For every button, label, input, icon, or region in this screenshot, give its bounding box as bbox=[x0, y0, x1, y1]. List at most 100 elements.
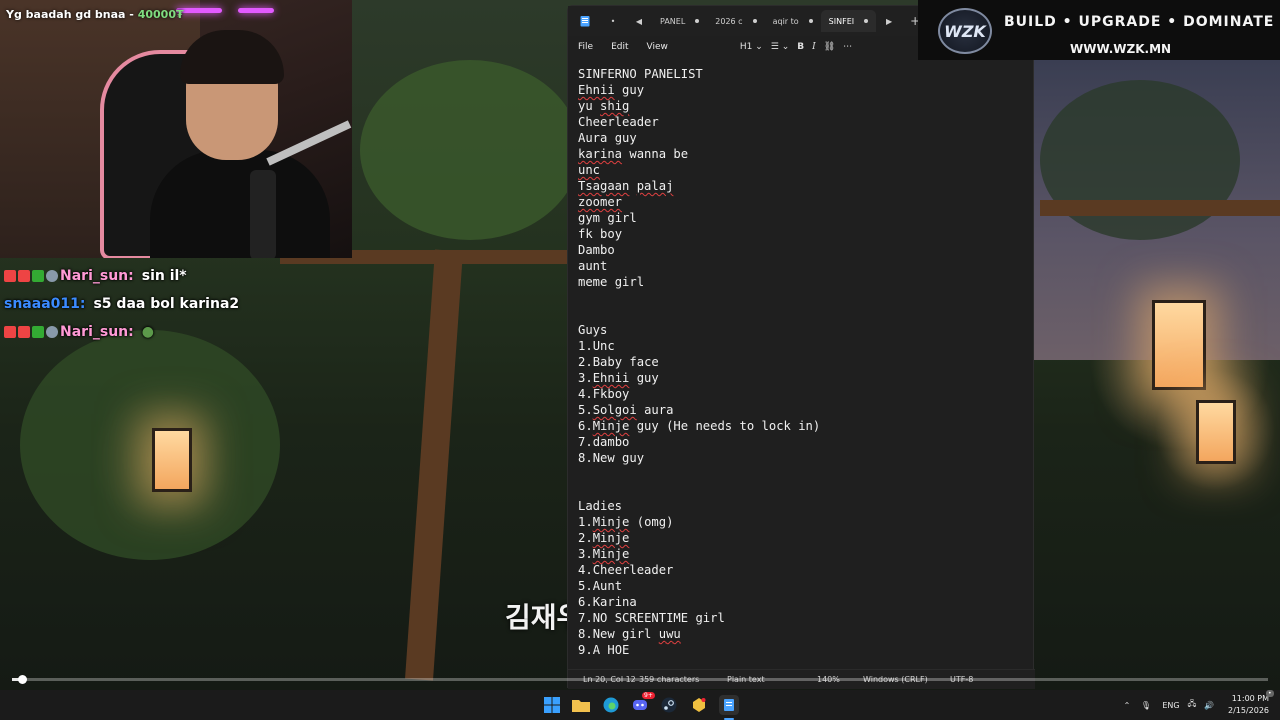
text-line: Cheerleader bbox=[578, 115, 659, 129]
notepad-icon[interactable] bbox=[719, 695, 739, 715]
scroll-tabs-right-icon[interactable]: ▶ bbox=[876, 17, 902, 26]
microphone bbox=[250, 170, 276, 258]
donation-amount: 40000₮ bbox=[137, 8, 184, 21]
scroll-tabs-left-icon[interactable]: ◀ bbox=[626, 17, 652, 26]
heading-dropdown[interactable]: H1 ⌄ bbox=[740, 42, 763, 52]
link-icon[interactable]: ⛓ bbox=[824, 42, 835, 52]
show-hidden-icons-icon[interactable]: ⌃ bbox=[1120, 701, 1134, 710]
clock-date: 2/15/2026 bbox=[1228, 706, 1270, 715]
text-line: Ladies bbox=[578, 499, 623, 513]
text-line: 3.Minje bbox=[578, 547, 630, 561]
heading-label: H1 bbox=[739, 42, 753, 52]
tab-sinferno[interactable]: SINFEI bbox=[820, 10, 877, 32]
led-light bbox=[238, 8, 274, 13]
network-icon[interactable]: 🖧 bbox=[1184, 698, 1200, 712]
windows-start-icon[interactable] bbox=[543, 696, 561, 714]
menu-toggle-icon[interactable]: • bbox=[600, 17, 626, 26]
heart-badge-icon bbox=[18, 326, 30, 338]
text-line: aunt bbox=[578, 259, 608, 273]
text-line: Guys bbox=[578, 323, 608, 337]
star-badge-icon bbox=[46, 270, 58, 282]
game-icon[interactable] bbox=[690, 696, 708, 714]
text-line bbox=[578, 466, 1028, 482]
wooden-beam bbox=[1040, 200, 1280, 216]
text-line: 1.Unc bbox=[578, 339, 615, 353]
text-line: 7.dambo bbox=[578, 435, 630, 449]
badge-icon bbox=[4, 270, 16, 282]
sponsor-slogan: BUILD • UPGRADE • DOMINATE bbox=[1004, 14, 1275, 30]
sub-badge-icon bbox=[32, 326, 44, 338]
menu-file[interactable]: File bbox=[578, 42, 593, 52]
language-indicator[interactable]: ENG bbox=[1158, 701, 1184, 710]
text-line: 7.NO SCREENTIME girl bbox=[578, 611, 725, 625]
bold-icon[interactable]: B bbox=[797, 42, 804, 52]
webcam-feed: Yg baadah gd bnaa - 40000₮ bbox=[0, 0, 352, 258]
edge-browser-icon[interactable] bbox=[602, 696, 620, 714]
star-badge-icon bbox=[46, 326, 58, 338]
emote-icon: ● bbox=[141, 324, 154, 340]
mic-arm bbox=[266, 120, 352, 166]
unsaved-dot-icon bbox=[752, 19, 757, 23]
menu-edit[interactable]: Edit bbox=[611, 42, 628, 52]
tab-panel[interactable]: PANEL bbox=[652, 10, 707, 32]
badge-icon bbox=[4, 326, 16, 338]
list-icon[interactable]: ☰ ⌄ bbox=[771, 42, 789, 52]
volume-icon[interactable]: 🔊 bbox=[1200, 701, 1218, 710]
notification-icon[interactable]: • bbox=[1266, 690, 1274, 697]
streamer-body bbox=[150, 150, 330, 258]
text-line: 5.Aunt bbox=[578, 579, 623, 593]
notepad-app-icon bbox=[578, 14, 592, 28]
chat-overlay: Nari_sun: sin il* snaaa011: s5 daa bol k… bbox=[4, 262, 354, 346]
unsaved-dot-icon bbox=[864, 19, 869, 23]
sub-badge-icon bbox=[32, 270, 44, 282]
chat-username: Nari_sun: bbox=[60, 268, 134, 284]
chat-username: Nari_sun: bbox=[60, 324, 134, 340]
text-line bbox=[578, 306, 1028, 322]
text-line bbox=[578, 290, 1028, 306]
text-line bbox=[578, 482, 1028, 498]
heart-badge-icon bbox=[18, 270, 30, 282]
sponsor-url: WWW.WZK.MN bbox=[1070, 42, 1172, 56]
progress-knob[interactable] bbox=[18, 675, 28, 684]
chat-message: Nari_sun: ● bbox=[4, 318, 354, 346]
text-line: 2.Baby face bbox=[578, 355, 659, 369]
tab-label: PANEL bbox=[660, 16, 686, 26]
wzk-logo: WZK bbox=[938, 8, 992, 54]
text-line: 1.Minje (omg) bbox=[578, 515, 674, 529]
menu-view[interactable]: View bbox=[647, 42, 668, 52]
text-line: 2.Minje bbox=[578, 531, 630, 545]
tab-label: 2026 c bbox=[715, 16, 743, 26]
file-explorer-icon[interactable] bbox=[572, 696, 590, 714]
text-line: Ehnii guy bbox=[578, 83, 645, 97]
unsaved-dot-icon bbox=[808, 19, 813, 23]
text-line: 8.New girl uwu bbox=[578, 627, 681, 641]
system-tray: ⌃ 🎙 ENG 🖧 🔊 bbox=[1120, 690, 1218, 720]
text-line: 4.Fkboy bbox=[578, 387, 630, 401]
tab-aqir[interactable]: aqir to bbox=[765, 10, 821, 32]
notepad-window: • ◀ PANEL 2026 c aqir to SINFEI ▶ + File… bbox=[567, 5, 1035, 689]
system-clock[interactable]: 11:00 PM 2/15/2026 bbox=[1228, 693, 1269, 717]
italic-icon[interactable]: I bbox=[812, 42, 816, 52]
notepad-text-area[interactable]: SINFERNO PANELIST Ehnii guy yu shig Cheerle… bbox=[578, 66, 1028, 666]
text-line: yu shig bbox=[578, 99, 630, 113]
text-line: 5.Solgoi aura bbox=[578, 403, 674, 417]
tree-foliage bbox=[1040, 80, 1240, 240]
windows-taskbar: 9+ ⌃ 🎙 ENG 🖧 🔊 11:00 PM 2/15/2026 • bbox=[0, 690, 1280, 720]
chat-text: s5 daa bol karina2 bbox=[93, 296, 240, 312]
text-line: Aura guy bbox=[578, 131, 637, 145]
tree-foliage bbox=[20, 330, 280, 560]
more-options-icon[interactable]: ⋯ bbox=[843, 42, 852, 52]
text-line: 6.Karina bbox=[578, 595, 637, 609]
tab-label: aqir to bbox=[772, 16, 799, 26]
chat-username: snaaa011: bbox=[4, 296, 86, 312]
text-line: unc bbox=[578, 163, 601, 177]
tab-2026[interactable]: 2026 c bbox=[707, 10, 764, 32]
tab-label: SINFEI bbox=[828, 16, 855, 26]
microphone-icon[interactable]: 🎙 bbox=[1134, 701, 1158, 710]
text-line: 8.New guy bbox=[578, 451, 645, 465]
chat-message: snaaa011: s5 daa bol karina2 bbox=[4, 290, 354, 318]
clock-time: 11:00 PM bbox=[1231, 694, 1270, 703]
text-line: karina wanna be bbox=[578, 147, 689, 161]
video-progress-bar[interactable] bbox=[12, 675, 1268, 684]
steam-icon[interactable] bbox=[660, 696, 678, 714]
